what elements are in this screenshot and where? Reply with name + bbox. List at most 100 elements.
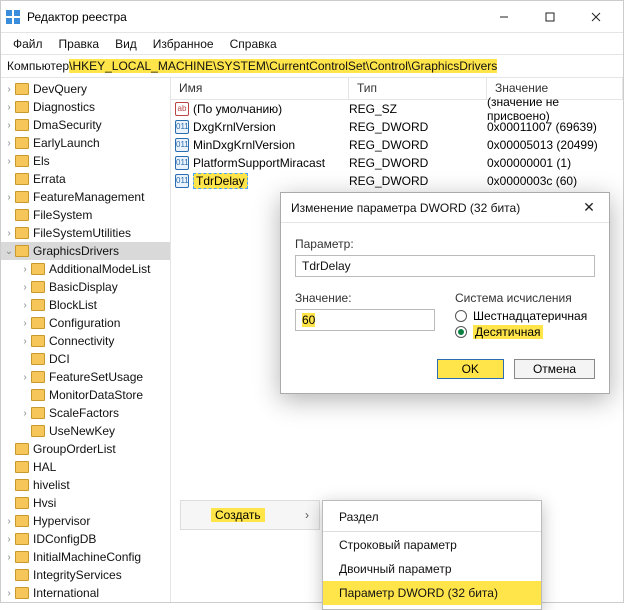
folder-icon (15, 551, 29, 563)
tree-node[interactable]: ›EarlyLaunch (1, 134, 170, 152)
col-name[interactable]: Имя (171, 78, 349, 99)
tree-node[interactable]: › Els (1, 152, 170, 170)
tree-node[interactable]: ›FileSystemUtilities (1, 224, 170, 242)
tree-panel[interactable]: › DevQuery ›Diagnostics›DmaSecurity›EarlyL… (1, 78, 171, 602)
value-row[interactable]: 011PlatformSupportMiracastREG_DWORD0x000… (171, 154, 623, 172)
expand-caret-icon[interactable]: › (3, 516, 15, 527)
tree-label: GroupOrderList (33, 442, 116, 456)
expand-caret-icon[interactable]: › (19, 318, 31, 329)
value-row[interactable]: 011TdrDelayREG_DWORD0x0000003c (60) (171, 172, 623, 190)
address-bar[interactable]: Компьютер\HKEY_LOCAL_MACHINE\SYSTEM\Curr… (1, 55, 623, 78)
expand-caret-icon[interactable]: › (19, 408, 31, 419)
tree-label: Connectivity (49, 334, 114, 348)
folder-icon (15, 101, 29, 113)
tree-node[interactable]: MonitorDataStore (1, 386, 170, 404)
tree-node[interactable]: ›AdditionalModeList (1, 260, 170, 278)
folder-icon (15, 209, 29, 221)
tree-node[interactable]: FileSystem (1, 206, 170, 224)
folder-icon (15, 83, 29, 95)
expand-caret-icon[interactable]: › (19, 372, 31, 383)
menu-favorites[interactable]: Избранное (145, 35, 222, 52)
radio-dec[interactable]: Десятичная (455, 325, 595, 339)
maximize-button[interactable] (527, 1, 573, 33)
expand-caret-icon[interactable]: ⌄ (3, 246, 15, 257)
tree-node[interactable]: ›IDConfigDB (1, 530, 170, 548)
value-type: REG_DWORD (349, 174, 487, 188)
tree-node[interactable]: ⌄ GraphicsDrivers (1, 242, 170, 260)
expand-caret-icon[interactable]: › (19, 300, 31, 311)
minimize-button[interactable] (481, 1, 527, 33)
value-name: TdrDelay (193, 173, 248, 189)
value-row[interactable]: 011MinDxgKrnlVersionREG_DWORD0x00005013 … (171, 136, 623, 154)
folder-icon (15, 227, 29, 239)
expand-caret-icon[interactable]: › (3, 138, 15, 149)
tree-node[interactable]: ›Hypervisor (1, 512, 170, 530)
tree-node[interactable]: › InitialMachineConfig (1, 548, 170, 566)
tree-node[interactable]: ›ScaleFactors (1, 404, 170, 422)
tree-node[interactable]: ›International (1, 584, 170, 602)
expand-caret-icon[interactable]: › (3, 192, 15, 203)
tree-node[interactable]: DCI (1, 350, 170, 368)
context-create-item[interactable]: Создать › (180, 500, 320, 530)
value-row[interactable]: ab(По умолчанию)REG_SZ(значение не присв… (171, 100, 623, 118)
edit-dword-dialog: Изменение параметра DWORD (32 бита) ✕ Па… (280, 192, 610, 394)
folder-icon (15, 587, 29, 599)
dialog-close-button[interactable]: ✕ (579, 199, 599, 216)
tree-node[interactable]: ›BlockList (1, 296, 170, 314)
app-icon (5, 9, 21, 25)
ok-button[interactable]: OK (437, 359, 504, 379)
col-type[interactable]: Тип (349, 78, 487, 99)
expand-caret-icon[interactable]: › (19, 264, 31, 275)
reg-dword-icon: 011 (175, 120, 189, 134)
menu-view[interactable]: Вид (107, 35, 145, 52)
value-name: (По умолчанию) (193, 102, 282, 116)
radio-hex[interactable]: Шестнадцатеричная (455, 309, 595, 323)
menu-edit[interactable]: Правка (51, 35, 108, 52)
expand-caret-icon[interactable]: › (19, 282, 31, 293)
cancel-button[interactable]: Отмена (514, 359, 595, 379)
tree-node[interactable]: ›FeatureSetUsage (1, 368, 170, 386)
value-row[interactable]: 011DxgKrnlVersionREG_DWORD0x00011007 (69… (171, 118, 623, 136)
expand-caret-icon[interactable]: › (3, 534, 15, 545)
context-item-key[interactable]: Раздел (323, 505, 541, 529)
param-name-field[interactable]: TdrDelay (295, 255, 595, 277)
radio-hex-label: Шестнадцатеричная (473, 309, 587, 323)
expand-caret-icon[interactable]: › (3, 84, 15, 95)
tree-node[interactable]: ›FeatureManagement (1, 188, 170, 206)
tree-node[interactable]: HAL (1, 458, 170, 476)
tree-node[interactable]: Errata (1, 170, 170, 188)
context-item-binary[interactable]: Двоичный параметр (323, 557, 541, 581)
value-data: 0x00011007 (69639) (487, 120, 623, 134)
tree-node[interactable]: › DevQuery (1, 80, 170, 98)
expand-caret-icon[interactable]: › (3, 228, 15, 239)
tree-node[interactable]: ›DmaSecurity (1, 116, 170, 134)
tree-node[interactable]: › Connectivity (1, 332, 170, 350)
close-button[interactable] (573, 1, 619, 33)
menu-file[interactable]: Файл (5, 35, 51, 52)
context-item-string[interactable]: Строковый параметр (323, 531, 541, 557)
tree-label: DevQuery (33, 82, 87, 96)
tree-label: Els (33, 154, 50, 168)
expand-caret-icon[interactable]: › (3, 120, 15, 131)
tree-node[interactable]: Hvsi (1, 494, 170, 512)
tree-label: InitialMachineConfig (33, 550, 141, 564)
expand-caret-icon[interactable]: › (3, 588, 15, 599)
value-name: MinDxgKrnlVersion (193, 138, 295, 152)
tree-node[interactable]: GroupOrderList (1, 440, 170, 458)
tree-node[interactable]: ›Diagnostics (1, 98, 170, 116)
tree-node[interactable]: UseNewKey (1, 422, 170, 440)
expand-caret-icon[interactable]: › (19, 336, 31, 347)
reg-sz-icon: ab (175, 102, 189, 116)
expand-caret-icon[interactable]: › (3, 102, 15, 113)
dialog-title: Изменение параметра DWORD (32 бита) (291, 201, 579, 215)
tree-node[interactable]: IntegrityServices (1, 566, 170, 584)
menu-help[interactable]: Справка (222, 35, 285, 52)
value-input[interactable]: 60 (295, 309, 435, 331)
tree-node[interactable]: ›BasicDisplay (1, 278, 170, 296)
tree-label: GraphicsDrivers (33, 244, 119, 258)
context-item-dword32[interactable]: Параметр DWORD (32 бита) (323, 581, 541, 605)
tree-node[interactable]: ›Configuration (1, 314, 170, 332)
tree-node[interactable]: hivelist (1, 476, 170, 494)
expand-caret-icon[interactable]: › (3, 552, 15, 563)
expand-caret-icon[interactable]: › (3, 156, 15, 167)
